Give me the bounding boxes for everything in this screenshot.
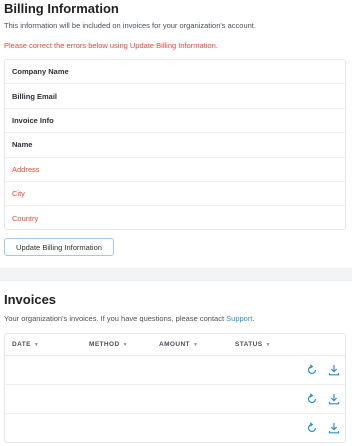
download-icon[interactable] (328, 422, 340, 434)
section-divider (0, 268, 352, 281)
download-icon[interactable] (328, 393, 340, 405)
refresh-icon[interactable] (306, 364, 318, 376)
billing-field-company-name: Company Name (5, 60, 345, 85)
billing-info-table: Company Name Billing Email Invoice Info … (4, 59, 346, 230)
billing-field-invoice-info: Invoice Info (5, 109, 345, 134)
invoice-row (5, 414, 345, 443)
column-method[interactable]: METHOD ▼ (89, 341, 128, 348)
billing-field-billing-email: Billing Email (5, 84, 345, 109)
invoices-table-header: DATE ▼ METHOD ▼ AMOUNT ▼ STATUS ▼ (5, 334, 345, 356)
refresh-icon[interactable] (306, 393, 318, 405)
invoices-title: Invoices (4, 292, 57, 307)
chevron-down-icon: ▼ (122, 341, 128, 348)
chevron-down-icon: ▼ (265, 341, 271, 348)
invoice-row (5, 356, 345, 385)
invoices-table: DATE ▼ METHOD ▼ AMOUNT ▼ STATUS ▼ (4, 333, 346, 443)
billing-title: Billing Information (4, 1, 119, 16)
refresh-icon[interactable] (306, 422, 318, 434)
billing-error-note: Please correct the errors below using Up… (4, 41, 218, 50)
billing-field-address: Address (5, 158, 345, 182)
download-icon[interactable] (328, 364, 340, 376)
billing-description: This information will be included on inv… (4, 21, 256, 30)
invoice-row (5, 385, 345, 414)
chevron-down-icon: ▼ (192, 341, 199, 348)
column-amount[interactable]: AMOUNT ▼ (159, 341, 198, 348)
invoices-description: Your organization's invoices. If you hav… (4, 314, 255, 323)
chevron-down-icon: ▼ (33, 341, 40, 348)
column-status[interactable]: STATUS ▼ (235, 341, 271, 348)
billing-field-name: Name (5, 133, 345, 158)
billing-field-country: Country (12, 214, 39, 224)
billing-field-city: City (5, 182, 345, 207)
support-link[interactable]: Support (226, 314, 252, 323)
column-date[interactable]: DATE ▼ (12, 341, 39, 348)
update-billing-button[interactable]: Update Billing Information (4, 238, 114, 256)
